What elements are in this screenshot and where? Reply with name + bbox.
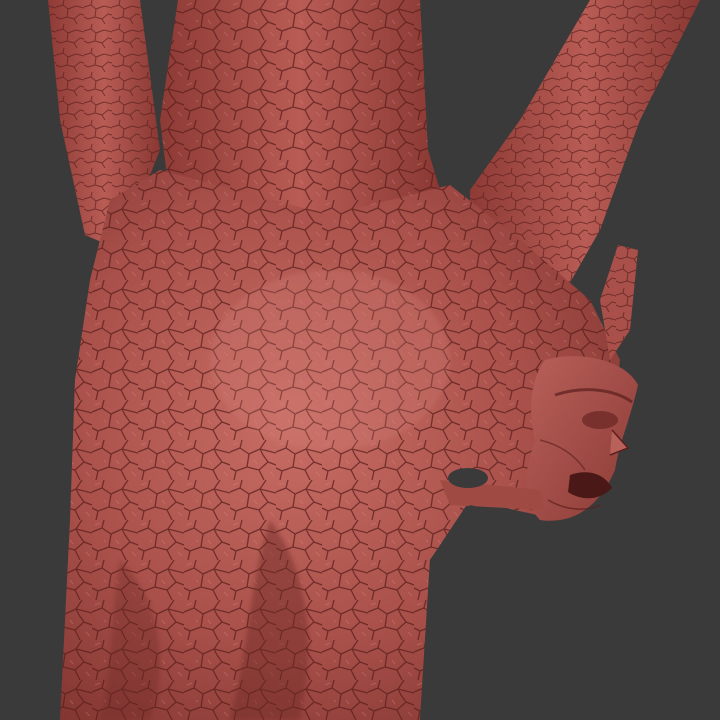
sculpt-viewport[interactable] — [0, 0, 720, 720]
arm-hole — [448, 468, 488, 488]
background-gap — [420, 505, 720, 720]
sculpt-render — [0, 0, 720, 720]
